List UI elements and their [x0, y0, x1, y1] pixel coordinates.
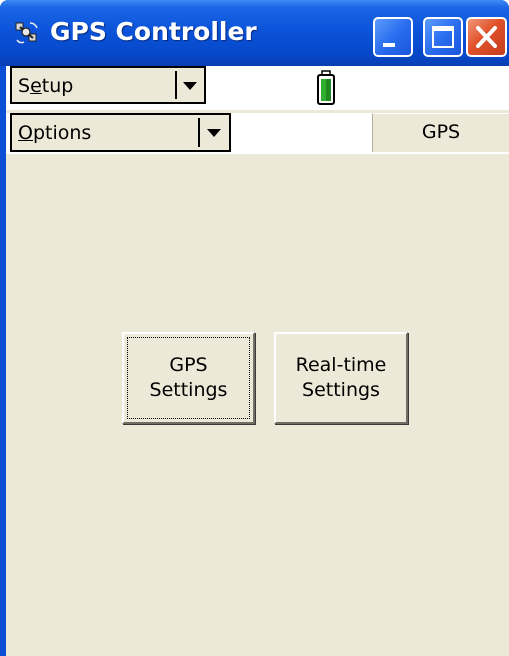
minimize-icon [383, 43, 395, 47]
maximize-button[interactable] [423, 17, 463, 57]
maximize-icon [432, 26, 454, 48]
realtime-settings-label: Real-time Settings [295, 354, 387, 401]
setup-combo[interactable]: Setup [10, 66, 206, 104]
close-button[interactable] [466, 17, 507, 57]
client-area: Setup Options GPS GPS Settings Real-time… [6, 66, 509, 656]
realtime-settings-button[interactable]: Real-time Settings [274, 332, 408, 424]
setup-combo-divider [175, 71, 177, 99]
toolbar-row-setup: Setup [6, 66, 509, 110]
minimize-button[interactable] [373, 17, 413, 57]
close-icon [476, 26, 497, 48]
options-combo-label: Options [18, 122, 92, 144]
toolbar-row-options: Options GPS [6, 113, 509, 154]
chevron-down-icon[interactable] [207, 129, 221, 137]
gps-settings-button[interactable]: GPS Settings [122, 332, 255, 424]
gps-settings-label: GPS Settings [149, 354, 228, 401]
battery-icon [316, 70, 336, 106]
app-window: GPS Controller Setup Options GPS GPS Set… [0, 0, 509, 656]
chevron-down-icon[interactable] [183, 82, 197, 90]
tab-gps[interactable]: GPS [372, 113, 509, 152]
title-bar[interactable]: GPS Controller [0, 0, 509, 66]
setup-combo-label: Setup [18, 75, 74, 97]
satellite-icon [14, 20, 40, 46]
options-combo-divider [198, 118, 200, 147]
options-combo[interactable]: Options [10, 113, 231, 152]
window-title: GPS Controller [50, 17, 257, 46]
